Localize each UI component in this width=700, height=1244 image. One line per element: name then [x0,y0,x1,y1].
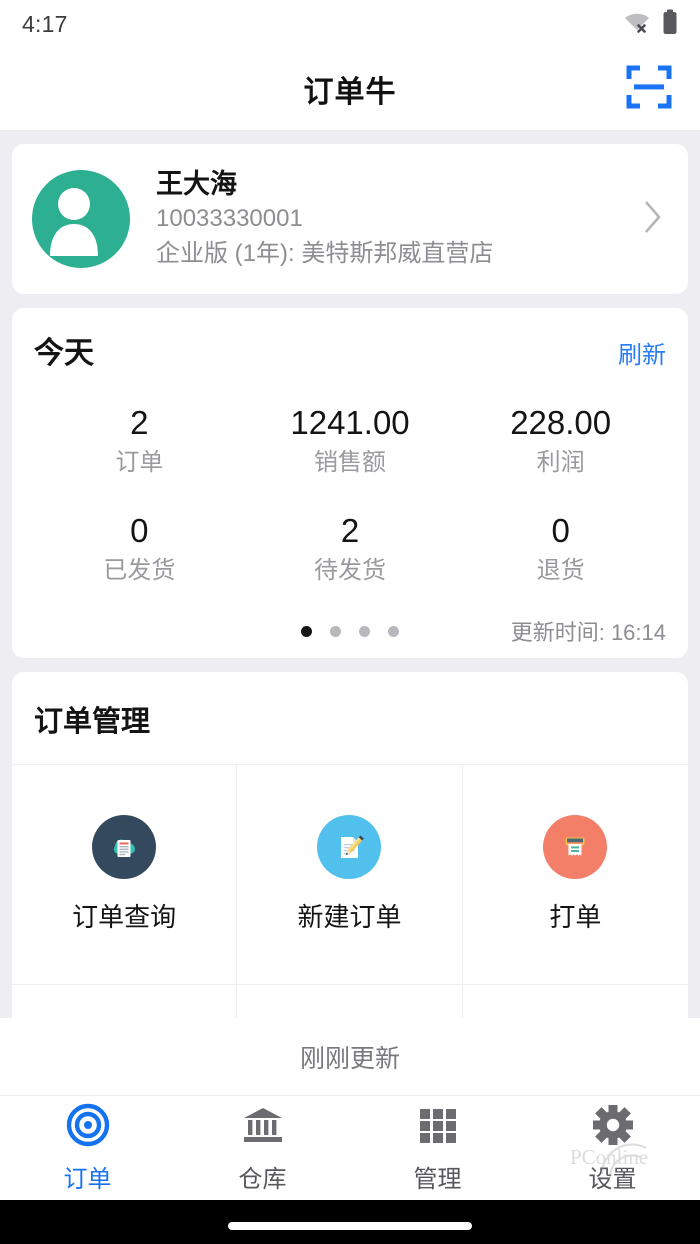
document-pencil-icon [317,815,382,880]
home-indicator-area [0,1200,700,1244]
new-order-button[interactable]: 新建订单 [237,765,463,986]
grid-apps-icon [415,1102,461,1153]
pull-refresh-note: 刚刚更新 [0,1018,700,1096]
target-icon [65,1102,111,1153]
update-time: 更新时间: 16:14 [510,620,666,646]
stat-label: 订单 [115,449,164,477]
home-indicator[interactable] [228,1222,472,1230]
cloud-document-icon [92,815,157,880]
stats-row-secondary: 0 已发货 2 待发货 0 退货 [34,510,666,592]
stats-title: 今天 [34,337,94,371]
stats-row-primary: 2 订单 1241.00 销售额 228.00 利润 [34,402,666,484]
print-order-button[interactable]: 打单 [462,765,688,986]
stat-label: 利润 [536,449,585,477]
order-query-label: 订单查询 [72,902,177,933]
wifi-off-icon [623,10,651,39]
stat-orders: 2 订单 [34,402,245,484]
stat-profit: 228.00 利润 [455,402,666,484]
profile-card[interactable]: 王大海 10033330001 企业版 (1年): 美特斯邦威直营店 [12,144,688,295]
tab-warehouse-label: 仓库 [238,1166,287,1193]
pagination-dot[interactable] [330,625,341,637]
stat-value: 1241.00 [290,404,410,442]
scan-button[interactable] [620,64,678,114]
printer-receipt-icon [543,815,608,880]
profile-plan: 企业版 (1年): 美特斯邦威直营店 [156,240,494,268]
scan-qr-icon [625,63,673,116]
pagination-dot[interactable] [388,625,399,637]
stat-value: 2 [340,512,360,550]
status-bar: 4:17 [0,0,700,48]
pagination-dot[interactable] [359,625,370,637]
order-management-card: 订单管理 订单查询 新建订单 打单 [12,672,688,1030]
status-bar-icons [623,9,678,40]
status-bar-time: 4:17 [22,10,68,37]
bank-warehouse-icon [240,1102,286,1153]
profile-row[interactable]: 王大海 10033330001 企业版 (1年): 美特斯邦威直营店 [12,144,688,294]
page-title: 订单牛 [303,76,397,109]
profile-info: 王大海 10033330001 企业版 (1年): 美特斯邦威直营店 [156,166,638,272]
profile-name: 王大海 [156,169,237,199]
stat-label: 退货 [536,557,585,585]
stat-pending-shipment: 2 待发货 [245,510,456,592]
app-header: 订单牛 [0,48,700,130]
stat-shipped: 0 已发货 [34,510,245,592]
battery-full-icon [662,9,678,40]
avatar [32,170,130,269]
stat-returns: 0 退货 [455,510,666,592]
chevron-right-icon [642,198,664,241]
stats-body: 今天 刷新 2 订单 1241.00 销售额 228.00 利润 0 已发货 2… [12,308,688,658]
pagination-dot[interactable] [301,625,312,637]
tab-orders-label: 订单 [63,1166,112,1193]
order-management-grid: 订单查询 新建订单 打单 [12,764,688,986]
stats-footer: 更新时间: 16:14 [34,618,666,646]
today-stats-card: 今天 刷新 2 订单 1241.00 销售额 228.00 利润 0 已发货 2… [12,308,688,659]
stat-value: 228.00 [510,404,612,442]
tab-settings[interactable]: 设置 [525,1102,700,1194]
stats-header: 今天 刷新 [34,328,666,372]
new-order-label: 新建订单 [297,902,402,933]
stat-label: 待发货 [314,557,386,585]
print-order-label: 打单 [549,902,602,933]
stat-value: 0 [130,512,149,550]
order-management-title: 订单管理 [34,706,151,739]
pagination-dots[interactable] [301,625,399,637]
stat-label: 销售额 [314,449,386,477]
tab-warehouse[interactable]: 仓库 [175,1102,350,1194]
order-query-button[interactable]: 订单查询 [12,765,238,986]
user-avatar-icon [50,188,98,257]
profile-account-id: 10033330001 [156,205,303,233]
stat-value: 0 [551,512,570,550]
stat-sales: 1241.00 销售额 [245,402,456,484]
tab-management[interactable]: 管理 [350,1102,525,1194]
stat-value: 2 [130,404,149,442]
bottom-tabbar: 订单 仓库 管理 设置 [0,1096,700,1200]
stat-label: 已发货 [103,557,176,585]
tab-orders[interactable]: 订单 [0,1102,175,1194]
profile-chevron[interactable] [638,198,668,241]
gear-settings-icon [590,1102,636,1153]
tab-settings-label: 设置 [588,1166,637,1193]
refresh-button[interactable]: 刷新 [618,335,666,370]
tab-management-label: 管理 [413,1166,462,1193]
